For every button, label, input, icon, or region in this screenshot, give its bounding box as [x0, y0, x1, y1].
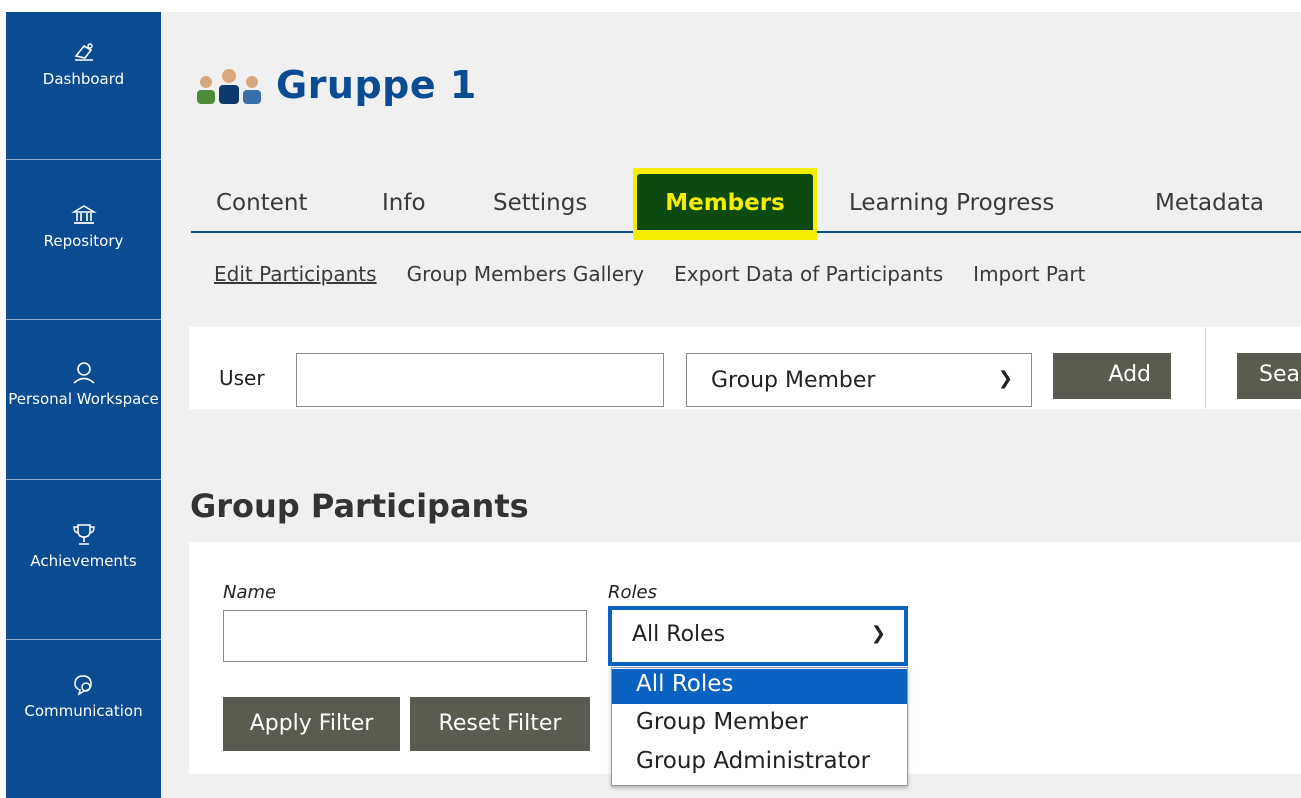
reset-filter-button[interactable]: Reset Filter	[410, 697, 590, 751]
sidebar-item-achievements[interactable]: Achievements	[6, 522, 161, 571]
tab-members[interactable]: Members	[637, 174, 813, 230]
add-button[interactable]: Add	[1053, 353, 1171, 399]
sidebar-item-label: Communication	[24, 702, 143, 720]
sidebar-item-label: Repository	[43, 232, 124, 250]
role-select-value: Group Member	[711, 368, 876, 393]
name-filter-input[interactable]	[223, 610, 587, 662]
subtab-edit-participants[interactable]: Edit Participants	[214, 262, 377, 286]
search-button[interactable]: Sea	[1237, 353, 1301, 399]
sidebar-item-communication[interactable]: Communication	[6, 672, 161, 721]
sidebar-divider	[6, 319, 161, 320]
roles-select-value: All Roles	[632, 622, 726, 647]
page-title: Gruppe 1	[276, 63, 477, 107]
tab-info[interactable]: Info	[382, 190, 426, 216]
tab-learning-progress[interactable]: Learning Progress	[849, 190, 1054, 216]
dropdown-option-all-roles[interactable]: All Roles	[612, 669, 907, 704]
communication-icon	[73, 675, 92, 696]
subtab-import-participants[interactable]: Import Part	[973, 262, 1085, 286]
sidebar-divider	[6, 639, 161, 640]
apply-filter-button[interactable]: Apply Filter	[223, 697, 400, 751]
sidebar-item-label: Achievements	[30, 552, 137, 570]
sidebar-item-repository[interactable]: Repository	[6, 202, 161, 251]
sidebar-divider	[6, 159, 161, 160]
user-label: User	[219, 366, 265, 390]
page-header: Gruppe 1	[194, 60, 477, 110]
repository-icon	[70, 205, 97, 224]
group-icon	[197, 69, 261, 104]
roles-filter-label: Roles	[608, 582, 657, 603]
sidebar-item-personal-workspace[interactable]: Personal Workspace	[6, 360, 161, 409]
section-title: Group Participants	[190, 487, 529, 525]
roles-dropdown-list: All Roles Group Member Group Administrat…	[611, 667, 908, 786]
sidebar-item-label: Dashboard	[42, 70, 125, 88]
role-select[interactable]: Group Member ❯	[686, 353, 1032, 407]
sidebar-item-label: Personal Workspace	[8, 390, 159, 408]
dropdown-option-group-administrator[interactable]: Group Administrator	[612, 746, 907, 781]
user-input[interactable]	[296, 353, 664, 407]
chevron-down-icon: ❯	[870, 623, 886, 644]
sidebar-item-dashboard[interactable]: Dashboard	[6, 40, 161, 89]
toolbar-divider	[1205, 327, 1206, 409]
name-filter-label: Name	[223, 582, 277, 603]
tab-bar: Content Info Settings Members Learning P…	[191, 168, 1301, 240]
chevron-down-icon: ❯	[997, 368, 1013, 389]
dashboard-icon	[74, 43, 93, 61]
tab-metadata[interactable]: Metadata	[1155, 190, 1264, 216]
roles-filter-select[interactable]: All Roles ❯	[608, 606, 908, 666]
main-sidebar: Dashboard Repository Personal Workspace …	[6, 12, 161, 798]
dropdown-option-group-member[interactable]: Group Member	[612, 707, 907, 742]
trophy-icon	[72, 524, 95, 545]
subtab-group-members-gallery[interactable]: Group Members Gallery	[407, 262, 645, 286]
sidebar-divider	[6, 479, 161, 480]
tab-content[interactable]: Content	[216, 190, 307, 216]
personal-workspace-icon	[72, 362, 95, 384]
subtab-export-data[interactable]: Export Data of Participants	[674, 262, 943, 286]
add-user-toolbar: User Group Member ❯ Add Sea	[189, 327, 1301, 409]
tab-members-highlight: Members	[633, 168, 817, 240]
tab-settings[interactable]: Settings	[493, 190, 587, 216]
subtab-bar: Edit Participants Group Members Gallery Ex…	[214, 262, 1115, 286]
